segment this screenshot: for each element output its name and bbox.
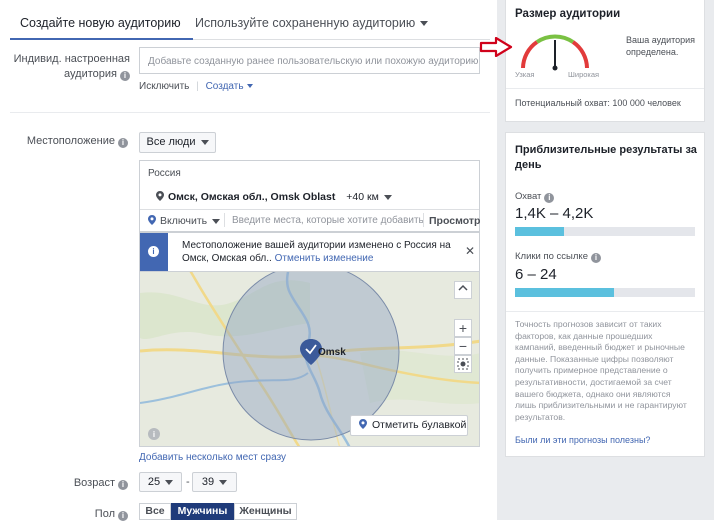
exclude-link[interactable]: Исключить [139,81,189,92]
age-max-dropdown[interactable]: 39 [192,472,237,492]
location-pin-icon [156,191,164,201]
info-icon: i [544,193,555,203]
daily-estimates-card: Приблизительные результаты за день Охват… [505,132,705,457]
reach-bar [515,227,695,236]
age-min-dropdown[interactable]: 25 [139,472,182,492]
info-icon: i [118,480,128,490]
info-icon: i [120,71,130,81]
disclaimer-line: лишь приблизительными и не гарантируют [515,400,687,411]
audience-size-card: Размер аудитории Узкая Широкая Ваша ауди… [505,0,705,122]
location-search-row: Включить Введите места, которые хотите д… [140,209,480,231]
gender-all-button[interactable]: Все [139,503,171,520]
location-pin-icon [359,419,367,429]
locate-button[interactable] [454,355,472,373]
disclaimer-line: получить примерное представление о [515,365,668,376]
country-label: Россия [148,168,181,179]
chevron-down-icon [165,479,174,485]
disclaimer-line: вашего бюджета, однако они являются [515,388,671,399]
location-changed-notice: i Местоположение вашей аудитории изменен… [139,232,480,272]
disclaimer-line: Точность прогнозов зависит от таких [515,319,662,329]
clicks-value: 6 – 24 [515,266,557,283]
gauge-narrow-label: Узкая [515,70,535,79]
chevron-down-icon [246,84,253,89]
gauge-broad-label: Широкая [568,70,600,79]
location-box: Россия Омск, Омская обл., Omsk Oblast +4… [139,160,480,232]
disclaimer-line: данные. Показанные цифры позволяют [515,353,674,364]
disclaimer-line: факторов, как данные прошедших [515,330,653,341]
gender-women-button[interactable]: Женщины [234,503,297,520]
custom-audience-actions: Исключить | Создать [139,81,253,92]
radius-dropdown[interactable]: +40 км [346,191,392,203]
audience-gauge [521,34,589,71]
chevron-up-icon [458,284,468,291]
chevron-down-icon [383,194,392,200]
create-link[interactable]: Создать [206,81,253,92]
disclaimer-line: кампаний, введенный бюджет и рыночные [515,342,685,353]
audience-editor: Создайте новую аудиторию Используйте сох… [0,0,513,521]
location-pin-icon [148,215,156,225]
age-label: Возраст i [10,476,128,491]
add-multiple-locations-link[interactable]: Добавить несколько мест сразу [139,452,286,463]
minus-icon: − [458,338,468,354]
audience-tabs: Создайте новую аудиторию Используйте сох… [10,8,490,40]
drop-pin-button[interactable]: Отметить булавкой [350,415,468,436]
location-label: Местоположение i [10,134,128,149]
estimates-panel: Размер аудитории Узкая Широкая Ваша ауди… [497,0,714,520]
feedback-link[interactable]: Были ли эти прогнозы полезны? [515,435,650,445]
selected-location[interactable]: Омск, Омская обл., Omsk Oblast +40 км [156,191,392,203]
reach-value: 1,4K – 4,2K [515,205,594,222]
location-search-input[interactable]: Введите места, которые хотите добавить [232,215,424,226]
info-icon: i [118,138,128,148]
info-icon: i [148,246,159,257]
svg-text:i: i [153,430,155,439]
chevron-down-icon [212,218,221,224]
clicks-bar-fill [515,288,614,297]
audience-size-title: Размер аудитории [515,8,621,20]
notice-indicator: i [140,233,168,271]
info-icon: i [590,253,601,263]
annotation-arrow-icon [479,37,513,57]
clicks-label: Клики по ссылке i [515,251,601,263]
undo-change-link[interactable]: Отменить изменение [275,253,374,264]
estimates-title: Приблизительные результаты за день [515,144,697,171]
disclaimer-line: результатов. [515,411,566,422]
map-collapse-button[interactable] [454,281,472,299]
zoom-out-button[interactable]: − [454,337,472,355]
people-type-dropdown[interactable]: Все люди [139,132,216,153]
reach-label: Охват i [515,191,555,203]
age-separator: - [186,476,190,488]
tab-saved-audience[interactable]: Используйте сохраненную аудиторию [195,16,429,30]
divider [10,112,490,113]
custom-audience-input[interactable]: Добавьте созданную ранее пользовательску… [139,47,480,74]
chevron-down-icon [219,479,228,485]
chevron-down-icon [200,139,209,145]
audience-status: Ваша аудитория определена. [626,35,696,57]
map-city-label: Omsk [318,347,346,358]
notice-text: Местоположение вашей аудитории изменено … [182,240,451,264]
potential-reach: Потенциальный охват: 100 000 человек [515,98,681,108]
custom-audience-label: Индивид. настроенная аудитория i [13,53,130,81]
clicks-bar [515,288,695,297]
zoom-in-button[interactable]: + [454,319,472,337]
estimates-disclaimer: Точность прогнозов зависит от таких факто… [515,319,701,423]
reach-bar-fill [515,227,564,236]
disclaimer-line: результативности, достигаемой за счет [515,376,672,387]
plus-icon: + [458,320,468,336]
chevron-down-icon [420,21,429,27]
close-icon[interactable]: ✕ [465,244,475,258]
gender-men-button[interactable]: Мужчины [171,503,234,520]
browse-button[interactable]: Просмотр [429,215,480,227]
tab-new-audience[interactable]: Создайте новую аудиторию [10,16,193,40]
include-dropdown[interactable]: Включить [148,215,221,227]
target-icon [457,358,469,370]
